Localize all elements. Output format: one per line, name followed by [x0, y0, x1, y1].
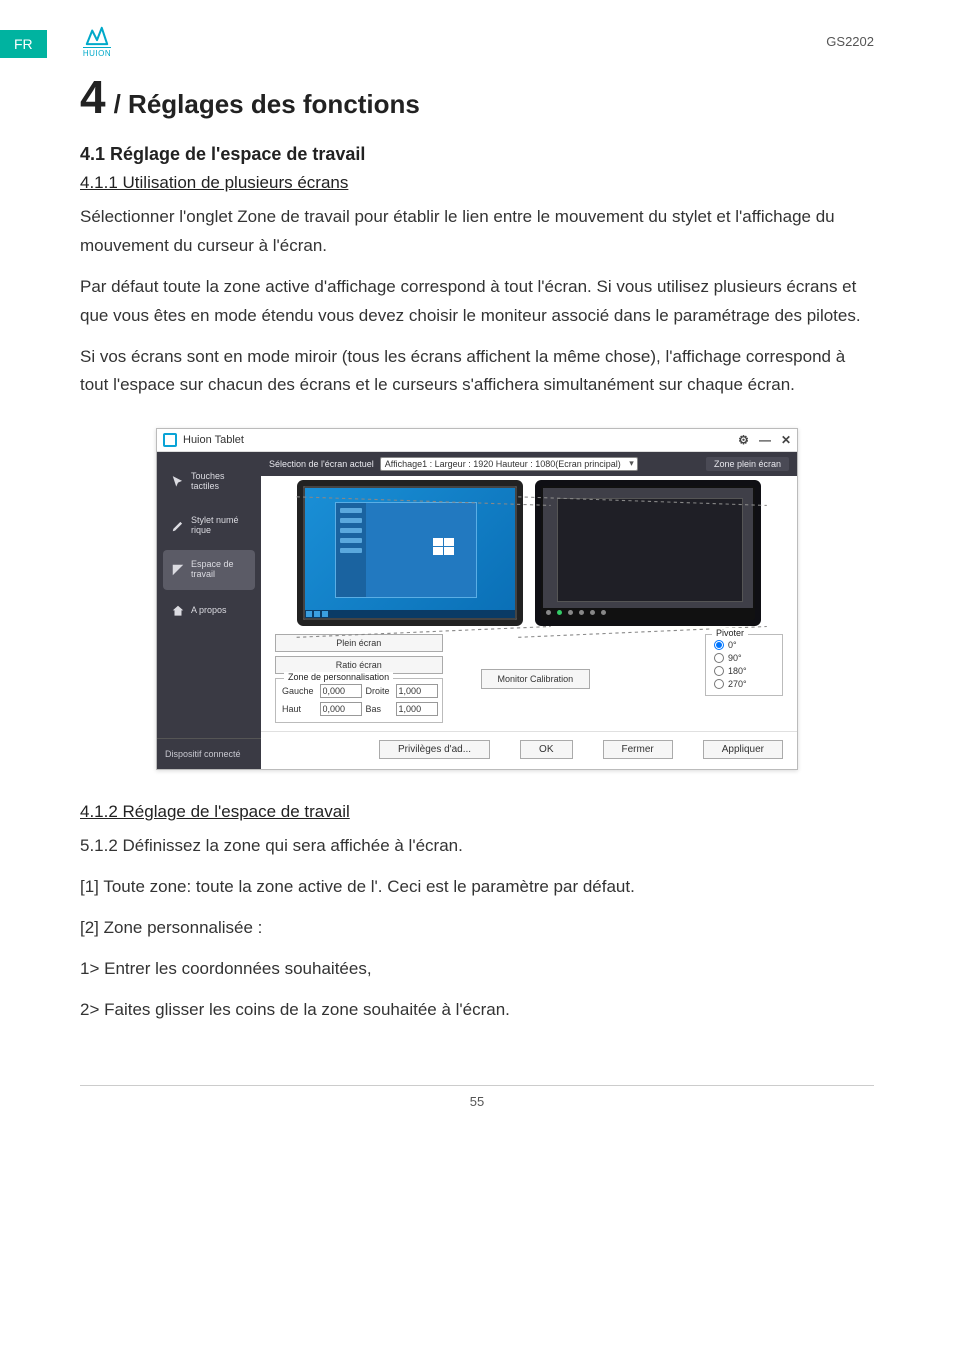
- tablet-preview[interactable]: [541, 486, 755, 620]
- tablet-bar: [543, 608, 753, 618]
- sidebar-item-touchkeys[interactable]: Touches tactiles: [163, 462, 255, 502]
- heading-4-1: 4.1 Réglage de l'espace de travail: [80, 144, 874, 165]
- embedded-screenshot: Huion Tablet ⚙ — ✕ Touches tactiles: [80, 428, 874, 770]
- pivot-legend: Pivoter: [712, 628, 748, 638]
- pen-icon: [171, 519, 185, 533]
- custom-zone-legend: Zone de personnalisation: [284, 672, 393, 682]
- dialog-footer: Privilèges d'ad... OK Fermer Appliquer: [261, 731, 797, 769]
- pivot-0[interactable]: 0°: [714, 640, 774, 650]
- paragraph: [1] Toute zone: toute la zone active de …: [80, 873, 874, 902]
- sidebar: Touches tactiles Stylet numé rique Espac…: [157, 452, 261, 769]
- close-dialog-button[interactable]: Fermer: [603, 740, 673, 759]
- monitor-preview[interactable]: [303, 486, 517, 620]
- settings-icon[interactable]: ⚙: [738, 433, 749, 447]
- apply-button[interactable]: Appliquer: [703, 740, 783, 759]
- section-number: 4: [80, 74, 106, 120]
- sidebar-item-workspace[interactable]: Espace de travail: [163, 550, 255, 590]
- titlebar: Huion Tablet ⚙ — ✕: [157, 429, 797, 452]
- monitor-calibration-button[interactable]: Monitor Calibration: [481, 669, 591, 689]
- paragraph: Sélectionner l'onglet Zone de travail po…: [80, 203, 874, 261]
- sidebar-item-label: Espace de travail: [191, 560, 247, 580]
- brand-logo-text: HUION: [83, 47, 111, 58]
- cursor-icon: [171, 475, 185, 489]
- toolbar: Sélection de l'écran actuel Affichage1 :…: [261, 452, 797, 476]
- paragraph: 2> Faites glisser les coins de la zone s…: [80, 996, 874, 1025]
- paragraph: [2] Zone personnalisée :: [80, 914, 874, 943]
- paragraph: Si vos écrans sont en mode miroir (tous …: [80, 343, 874, 401]
- model-number: GS2202: [826, 34, 874, 49]
- paragraph: 5.1.2 Définissez la zone qui sera affich…: [80, 832, 874, 861]
- paragraph: Par défaut toute la zone active d'affich…: [80, 273, 874, 331]
- tablet-active-area: [557, 498, 743, 602]
- sidebar-item-pen[interactable]: Stylet numé rique: [163, 506, 255, 546]
- toolbar-label: Sélection de l'écran actuel: [269, 459, 374, 469]
- screen-select[interactable]: Affichage1 : Largeur : 1920 Hauteur : 10…: [380, 457, 638, 471]
- section-title: 4 / Réglages des fonctions: [80, 74, 874, 120]
- close-button[interactable]: ✕: [781, 433, 791, 447]
- page-number: 55: [80, 1085, 874, 1109]
- heading-4-1-1: 4.1.1 Utilisation de plusieurs écrans: [80, 173, 874, 193]
- pivot-180[interactable]: 180°: [714, 666, 774, 676]
- top-label: Haut: [282, 704, 314, 714]
- heading-4-1-2: 4.1.2 Réglage de l'espace de travail: [80, 802, 874, 822]
- custom-zone-group: Zone de personnalisation Gauche Droite H…: [275, 678, 443, 723]
- sidebar-item-label: Stylet numé rique: [191, 516, 247, 536]
- paragraph: 1> Entrer les coordonnées souhaitées,: [80, 955, 874, 984]
- bottom-input[interactable]: [396, 702, 438, 716]
- taskbar-mock: [305, 610, 515, 618]
- windows-logo-icon: [433, 538, 455, 556]
- sidebar-item-label: Touches tactiles: [191, 472, 247, 492]
- sidebar-item-about[interactable]: A propos: [163, 594, 255, 628]
- home-icon: [171, 604, 185, 618]
- sidebar-item-label: A propos: [191, 606, 227, 616]
- pivot-270[interactable]: 270°: [714, 679, 774, 689]
- mapping-diagram: [275, 486, 783, 620]
- full-zone-button[interactable]: Zone plein écran: [706, 457, 789, 471]
- brand-logo: HUION: [80, 26, 114, 58]
- privileges-button[interactable]: Privilèges d'ad...: [379, 740, 490, 759]
- workspace-icon: [171, 563, 185, 577]
- left-label: Gauche: [282, 686, 314, 696]
- ok-button[interactable]: OK: [520, 740, 572, 759]
- full-screen-button[interactable]: Plein écran: [275, 634, 443, 652]
- bottom-label: Bas: [366, 704, 390, 714]
- pivot-group: Pivoter 0° 90° 180° 270°: [705, 634, 783, 696]
- right-label: Droite: [366, 686, 390, 696]
- app-window: Huion Tablet ⚙ — ✕ Touches tactiles: [156, 428, 798, 770]
- minimize-button[interactable]: —: [759, 433, 771, 447]
- desktop-window-mock: [335, 502, 477, 598]
- app-icon: [163, 433, 177, 447]
- right-input[interactable]: [396, 684, 438, 698]
- sidebar-footer: Dispositif connecté: [157, 738, 261, 769]
- app-title: Huion Tablet: [183, 434, 244, 446]
- top-input[interactable]: [320, 702, 362, 716]
- huion-logo-icon: [80, 26, 114, 46]
- page-header: HUION GS2202: [80, 30, 874, 58]
- pivot-90[interactable]: 90°: [714, 653, 774, 663]
- section-title-text: / Réglages des fonctions: [114, 89, 420, 120]
- left-input[interactable]: [320, 684, 362, 698]
